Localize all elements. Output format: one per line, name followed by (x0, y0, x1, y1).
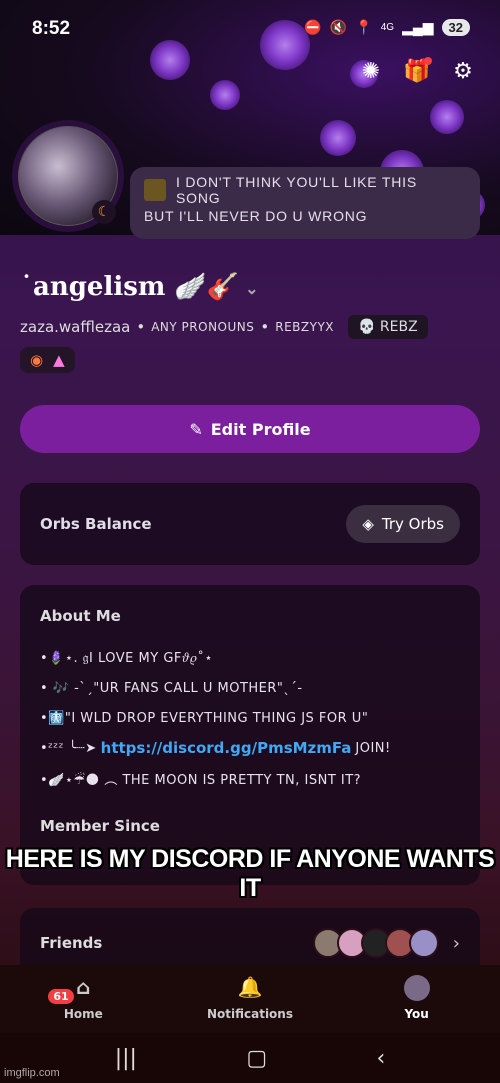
display-name-text: ˙angelism 🪽🎸 (20, 272, 240, 302)
about-link-line: •ᶻᶻᶻ ╰┈➤ https://discord.gg/PmsMzmFa JOI… (40, 733, 460, 763)
pronouns: ANY PRONOUNS (151, 320, 255, 334)
watermark: imgflip.com (4, 1067, 60, 1079)
about-line: • 🎶 -ˋˏ"UR FANS CALL U MOTHER"ˎˊ- (40, 680, 303, 696)
avatar-container[interactable]: ☾ (12, 120, 124, 232)
about-me-title: About Me (40, 607, 121, 625)
top-actions: ✺ 🎁 ⚙ (358, 57, 476, 84)
guild-tag[interactable]: 💀 REBZ (348, 315, 428, 339)
shop-icon[interactable]: 🎁 (403, 57, 432, 84)
bell-icon: 🔔 (237, 975, 263, 999)
try-orbs-button[interactable]: ◈ Try Orbs (346, 505, 460, 543)
nav-home-label: Home (63, 1007, 103, 1021)
user-info-line: zaza.wafflezaa • ANY PRONOUNS • REBZYYX … (20, 315, 428, 339)
orbs-label: Orbs Balance (40, 515, 152, 533)
separator-dot: • (260, 318, 270, 336)
meme-caption: HERE IS MY DISCORD IF ANYONE WANTS IT (5, 845, 495, 902)
clock: 8:52 (32, 18, 71, 39)
username: zaza.wafflezaa (20, 318, 131, 336)
link-prefix: •ᶻᶻᶻ ╰┈➤ (40, 740, 97, 756)
try-orbs-label: Try Orbs (381, 515, 444, 533)
member-since-title: Member Since (40, 817, 160, 835)
orbs-card: Orbs Balance ◈ Try Orbs (20, 483, 480, 565)
dnd-icon: ⛔ (304, 19, 322, 35)
home-icon: ⌂ (76, 975, 91, 999)
nav-home[interactable]: ⌂ 61 Home (28, 975, 138, 1033)
friend-avatars: › (312, 928, 460, 958)
signal-icon: ▂▄▆ (402, 19, 434, 35)
custom-status[interactable]: I DON'T THINK YOU'LL LIKE THIS SONG BUT … (130, 167, 480, 239)
nav-notifications-label: Notifications (206, 1007, 293, 1021)
bottom-navigation: ⌂ 61 Home 🔔 Notifications You (0, 965, 500, 1033)
nitro-icon[interactable]: ✺ (358, 58, 384, 84)
friend-avatar (408, 928, 439, 958)
home-button-icon[interactable]: ▢ (246, 1046, 267, 1071)
orb-icon: ◈ (362, 515, 374, 533)
status-emoji-icon (144, 179, 166, 201)
location-icon: 📍 (355, 19, 373, 35)
guild-tag-label: REBZ (379, 319, 418, 335)
settings-icon[interactable]: ⚙ (450, 58, 476, 84)
separator-dot: • (136, 318, 146, 336)
battery-indicator: 32 (441, 19, 470, 36)
edit-profile-button[interactable]: ✎ Edit Profile (20, 405, 480, 453)
join-text: JOIN! (355, 740, 391, 756)
you-avatar (403, 975, 430, 1001)
badge-row: ◉ ▲ (20, 347, 75, 373)
mute-icon: 🔇 (329, 19, 348, 35)
status-line-2: BUT I'LL NEVER DO U WRONG (144, 208, 368, 224)
alt-handle: REBZYYX (275, 320, 334, 334)
pencil-icon: ✎ (189, 419, 203, 439)
chevron-right-icon[interactable]: › (453, 933, 460, 954)
boost-badge-icon[interactable]: ▲ (53, 351, 65, 369)
status-line-1: I DON'T THINK YOU'LL LIKE THIS SONG (176, 174, 417, 206)
status-bar: 8:52 ⛔ 🔇 📍 4G ▂▄▆ 32 (0, 14, 500, 44)
nav-notifications[interactable]: 🔔 Notifications (195, 975, 305, 1033)
display-name[interactable]: ˙angelism 🪽🎸 ⌄ (20, 272, 259, 302)
recents-icon[interactable]: ||| (115, 1046, 137, 1071)
about-line: •🩻"I WLD DROP EVERYTHING THING JS FOR U" (40, 710, 369, 726)
nav-you-label: You (404, 1007, 429, 1021)
friends-title: Friends (40, 934, 103, 952)
chevron-down-icon[interactable]: ⌄ (245, 279, 258, 298)
about-line: •🪽⋆☔🌑 ︵ THE MOON IS PRETTY TN, ISNT IT? (40, 772, 362, 788)
system-navigation: ||| ▢ ‹ (0, 1033, 500, 1083)
skull-icon: 💀 (358, 319, 376, 335)
about-me-card: About Me •🪻⋆. 𝔤I LOVE MY GF𝜗𝜚˚⋆ • 🎶 -ˋˏ"… (20, 585, 480, 885)
about-line: •🪻⋆. 𝔤I LOVE MY GF𝜗𝜚˚⋆ (40, 650, 213, 666)
edit-profile-label: Edit Profile (210, 419, 311, 439)
nav-you[interactable]: You (362, 975, 472, 1033)
back-icon[interactable]: ‹ (376, 1046, 385, 1071)
home-badge: 61 (46, 987, 76, 1006)
nitro-badge-icon[interactable]: ◉ (30, 351, 43, 369)
idle-status-icon: ☾ (92, 200, 116, 224)
discord-invite-link[interactable]: https://discord.gg/PmsMzmFa (101, 739, 352, 757)
network-label: 4G (380, 22, 395, 33)
